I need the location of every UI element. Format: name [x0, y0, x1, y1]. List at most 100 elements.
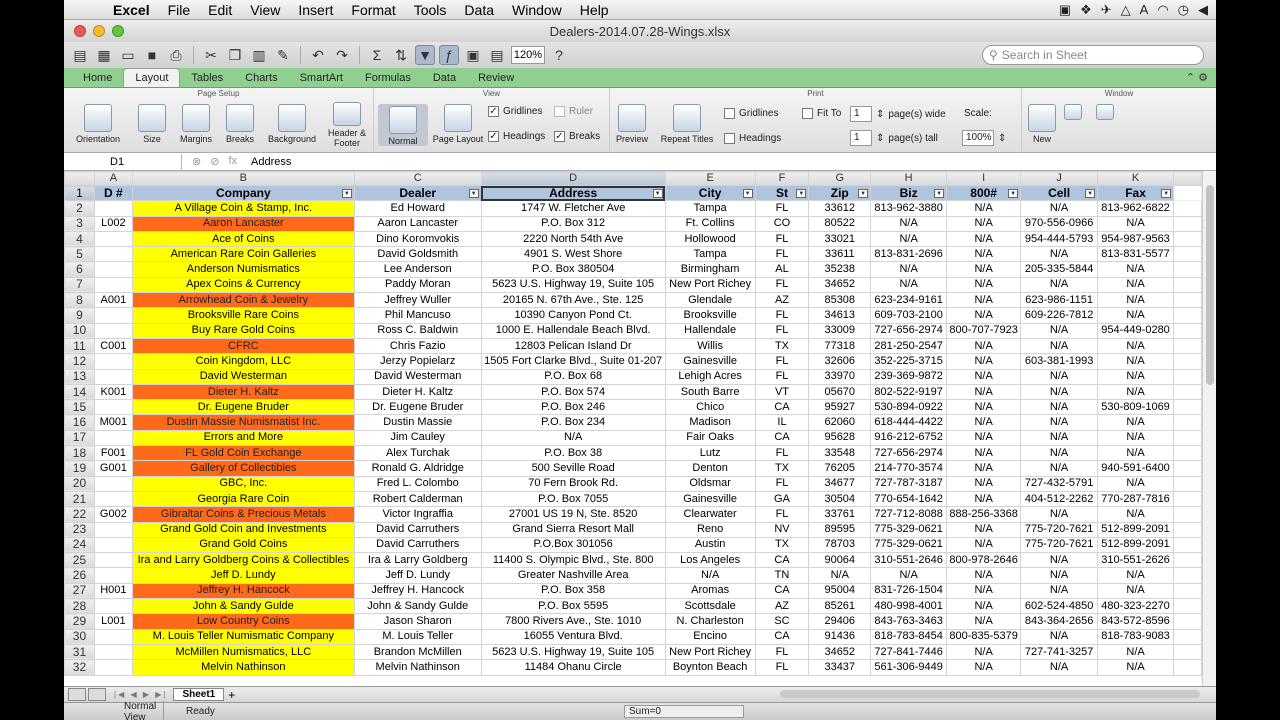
field-header[interactable]: 800# ▼: [946, 184, 1022, 202]
cell[interactable]: N/A: [946, 246, 1022, 263]
cell[interactable]: 32606: [808, 353, 872, 370]
cell[interactable]: 239-369-9872: [870, 368, 948, 385]
cell[interactable]: Scottsdale: [664, 598, 756, 615]
cell[interactable]: SC: [754, 613, 810, 630]
cell[interactable]: 404-512-2262: [1020, 490, 1099, 508]
cell[interactable]: Brooksville Rare Coins: [131, 307, 355, 324]
gridlines-print-checkbox[interactable]: Gridlines: [724, 108, 778, 119]
cell[interactable]: Buy Rare Gold Coins: [131, 322, 355, 339]
row-header[interactable]: 2: [64, 200, 95, 217]
cell[interactable]: N/A: [946, 261, 1022, 278]
breaks-checkbox[interactable]: ✓ Breaks: [554, 131, 600, 142]
cell[interactable]: 843-364-2656: [1020, 613, 1099, 630]
cell[interactable]: 970-556-0966: [1020, 215, 1099, 232]
cell[interactable]: 954-987-9563: [1097, 230, 1175, 248]
cell[interactable]: South Barre: [664, 383, 756, 401]
cell[interactable]: N/A: [946, 582, 1022, 600]
cell[interactable]: N/A: [946, 307, 1022, 324]
minimize-window-button[interactable]: [93, 25, 105, 37]
zoom-window-button[interactable]: [112, 25, 124, 37]
row-header[interactable]: 27: [64, 582, 95, 600]
row-header[interactable]: 22: [64, 506, 95, 523]
cell[interactable]: Lehigh Acres: [664, 368, 756, 385]
column-header[interactable]: I: [946, 171, 1022, 186]
cell[interactable]: Willis: [664, 337, 756, 355]
cell[interactable]: David Carruthers: [353, 521, 482, 538]
cell[interactable]: N/A: [1097, 582, 1175, 600]
cell[interactable]: N/A: [1020, 368, 1099, 385]
cell[interactable]: N/A: [946, 292, 1022, 309]
cell[interactable]: Austin: [664, 536, 756, 554]
cell[interactable]: N/A: [946, 383, 1022, 401]
filter-dropdown-icon[interactable]: ▼: [934, 189, 945, 198]
cell[interactable]: Dieter H. Kaltz: [131, 383, 355, 401]
cell[interactable]: FL: [754, 322, 810, 339]
cell[interactable]: Dino Koromvokis: [353, 230, 482, 248]
normal-view-button[interactable]: Normal: [378, 104, 428, 146]
formula-input[interactable]: Address: [247, 156, 291, 168]
tab-formulas[interactable]: Formulas: [354, 69, 422, 87]
cell[interactable]: N/A: [946, 230, 1022, 248]
cell[interactable]: CA: [754, 582, 810, 600]
cell[interactable]: FL Gold Coin Exchange: [131, 445, 355, 462]
cell[interactable]: GA: [754, 490, 810, 508]
cell[interactable]: Grand Sierra Resort Mall: [480, 521, 666, 538]
open-icon[interactable]: ▭: [118, 45, 138, 65]
row-header[interactable]: 7: [64, 276, 95, 294]
menu-insert[interactable]: Insert: [289, 2, 342, 18]
cell[interactable]: 727-432-5791: [1020, 475, 1099, 492]
cell[interactable]: [1173, 368, 1202, 385]
row-header[interactable]: 19: [64, 460, 95, 477]
cell[interactable]: [93, 368, 133, 385]
cell[interactable]: A001: [93, 292, 133, 309]
sheet-nav-icon[interactable]: |◀ ◀ ▶ ▶|: [114, 690, 167, 699]
cell[interactable]: 727-712-8088: [870, 506, 948, 523]
cell[interactable]: New Port Richey: [664, 276, 756, 294]
cell[interactable]: [1173, 552, 1202, 569]
cell[interactable]: 7800 Rivers Ave., Ste. 1010: [480, 613, 666, 630]
cell[interactable]: FL: [754, 659, 810, 676]
cell[interactable]: Clearwater: [664, 506, 756, 523]
row-header[interactable]: 16: [64, 414, 95, 431]
cell[interactable]: 85308: [808, 292, 872, 309]
cell[interactable]: John & Sandy Gulde: [131, 598, 355, 615]
cell[interactable]: David Goldsmith: [353, 246, 482, 263]
cell[interactable]: N/A: [946, 353, 1022, 370]
cell[interactable]: 89595: [808, 521, 872, 538]
cell[interactable]: Chris Fazio: [353, 337, 482, 355]
new-window-button[interactable]: New: [1026, 104, 1058, 144]
cell[interactable]: [1173, 337, 1202, 355]
cell[interactable]: FL: [754, 276, 810, 294]
cell[interactable]: N/A: [870, 567, 948, 584]
column-header[interactable]: K: [1097, 171, 1175, 186]
repeat-titles-button[interactable]: Repeat Titles: [656, 104, 718, 144]
menu-data[interactable]: Data: [455, 2, 503, 18]
cell[interactable]: 90064: [808, 552, 872, 569]
cell[interactable]: Aaron Lancaster: [131, 215, 355, 232]
clock-icon[interactable]: ◷: [1178, 2, 1189, 18]
cell[interactable]: 34652: [808, 276, 872, 294]
cell[interactable]: [93, 598, 133, 615]
row-header[interactable]: 13: [64, 368, 95, 385]
cell[interactable]: M. Louis Teller Numismatic Company: [131, 628, 355, 645]
cell[interactable]: 95628: [808, 429, 872, 447]
cell[interactable]: TX: [754, 460, 810, 477]
menu-format[interactable]: Format: [342, 2, 404, 18]
field-header[interactable]: Address ▼: [480, 184, 666, 202]
cell[interactable]: N/A: [946, 368, 1022, 385]
sum-dropdown[interactable]: Sum=0: [624, 705, 744, 718]
redo-icon[interactable]: ↷: [332, 45, 352, 65]
size-button[interactable]: Size: [134, 104, 170, 144]
page-layout-view-button[interactable]: Page Layout: [430, 104, 486, 144]
cell[interactable]: N/A: [480, 429, 666, 447]
cell[interactable]: N/A: [1097, 307, 1175, 324]
cell[interactable]: [1173, 506, 1202, 523]
cell[interactable]: 813-962-3880: [870, 200, 948, 217]
cell[interactable]: 70 Fern Brook Rd.: [480, 475, 666, 492]
row-header[interactable]: 29: [64, 613, 95, 630]
row-header[interactable]: 21: [64, 490, 95, 508]
cell[interactable]: Birmingham: [664, 261, 756, 278]
save-icon[interactable]: ■: [142, 45, 162, 65]
row-header[interactable]: 18: [64, 445, 95, 462]
cell[interactable]: 30504: [808, 490, 872, 508]
